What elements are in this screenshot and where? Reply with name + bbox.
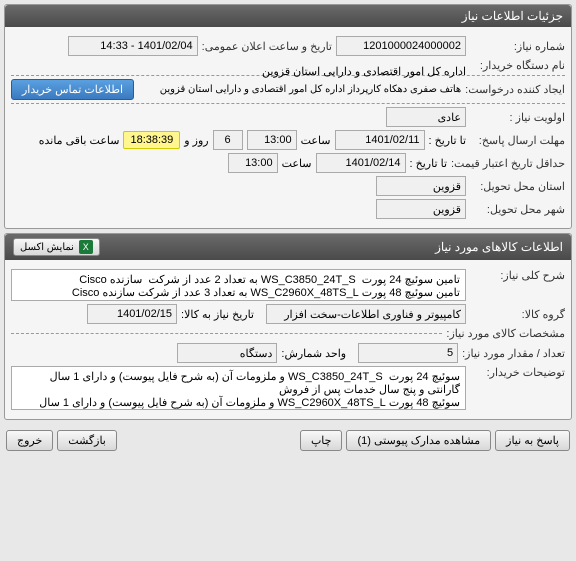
announce-label: تاریخ و ساعت اعلان عمومی:: [202, 40, 332, 53]
footer-toolbar: پاسخ به نیاز مشاهده مدارک پیوستی (1) چاپ…: [0, 424, 576, 457]
org-value: اداره کل امور اقتصادی و دارایی استان قزو…: [11, 65, 466, 66]
remaining-label: ساعت باقی مانده: [39, 134, 120, 147]
print-button[interactable]: چاپ: [300, 430, 343, 451]
priority-label: اولویت نیاز :: [470, 111, 565, 124]
need-number-field: [336, 36, 466, 56]
org-label: نام دستگاه خریدار:: [470, 59, 565, 72]
attachments-button[interactable]: مشاهده مدارک پیوستی (1): [346, 430, 491, 451]
unit-field: [177, 343, 277, 363]
unit-label: واحد شمارش:: [281, 347, 346, 360]
validity-until: تا تاریخ :: [410, 157, 447, 170]
desc-label: شرح کلی نیاز:: [470, 269, 565, 282]
days-label: روز و: [184, 134, 208, 147]
creator-label: ایجاد کننده درخواست:: [465, 83, 565, 96]
need-details-panel: جزئیات اطلاعات نیاز شماره نیاز: تاریخ و …: [4, 4, 572, 229]
announce-field: [68, 36, 198, 56]
needdate-label: تاریخ نیاز به کالا:: [181, 308, 254, 321]
panel2-title: اطلاعات کالاهای مورد نیاز: [435, 240, 563, 254]
city-field: [376, 199, 466, 219]
buyer-label: توضیحات خریدار:: [470, 366, 565, 379]
days-field: [213, 130, 243, 150]
province-label: استان محل تحویل:: [470, 180, 565, 193]
exit-button[interactable]: خروج: [6, 430, 53, 451]
validity-time-field: [228, 153, 278, 173]
group-label: گروه کالا:: [470, 308, 565, 321]
panel1-body: شماره نیاز: تاریخ و ساعت اعلان عمومی: نا…: [5, 27, 571, 228]
creator-value: هاتف صفری دهکاه کارپرداز اداره کل امور ا…: [138, 84, 461, 95]
time-label-2: ساعت: [282, 157, 312, 170]
deadline-date-field: [335, 130, 425, 150]
until-label: تا تاریخ :: [429, 134, 466, 147]
province-field: [376, 176, 466, 196]
excel-icon: X: [79, 240, 93, 254]
need-number-label: شماره نیاز:: [470, 40, 565, 53]
contact-buyer-button[interactable]: اطلاعات تماس خریدار: [11, 79, 134, 100]
back-button[interactable]: بازگشت: [57, 430, 117, 451]
reply-button[interactable]: پاسخ به نیاز: [495, 430, 570, 451]
spec-line: [11, 333, 442, 334]
qty-field: [358, 343, 458, 363]
export-excel-button[interactable]: X نمایش اکسل: [13, 238, 100, 256]
panel2-header: اطلاعات کالاهای مورد نیاز X نمایش اکسل: [5, 234, 571, 260]
desc-textarea: [11, 269, 466, 301]
panel1-title: جزئیات اطلاعات نیاز: [5, 5, 571, 27]
priority-field: [386, 107, 466, 127]
time-label-1: ساعت: [301, 134, 331, 147]
validity-date-field: [316, 153, 406, 173]
panel2-body: شرح کلی نیاز: گروه کالا: تاریخ نیاز به ک…: [5, 260, 571, 419]
spec-label: مشخصات کالای مورد نیاز:: [446, 327, 565, 340]
qty-label: تعداد / مقدار مورد نیاز:: [462, 347, 565, 360]
city-label: شهر محل تحویل:: [470, 203, 565, 216]
deadline-time-field: [247, 130, 297, 150]
group-field: [266, 304, 466, 324]
validity-label: حداقل تاریخ اعتبار قیمت:: [451, 157, 565, 170]
goods-info-panel: اطلاعات کالاهای مورد نیاز X نمایش اکسل ش…: [4, 233, 572, 420]
needdate-field: [87, 304, 177, 324]
buyer-textarea: [11, 366, 466, 410]
countdown-badge: 18:38:39: [123, 131, 180, 149]
deadline-label: مهلت ارسال پاسخ:: [470, 134, 565, 147]
